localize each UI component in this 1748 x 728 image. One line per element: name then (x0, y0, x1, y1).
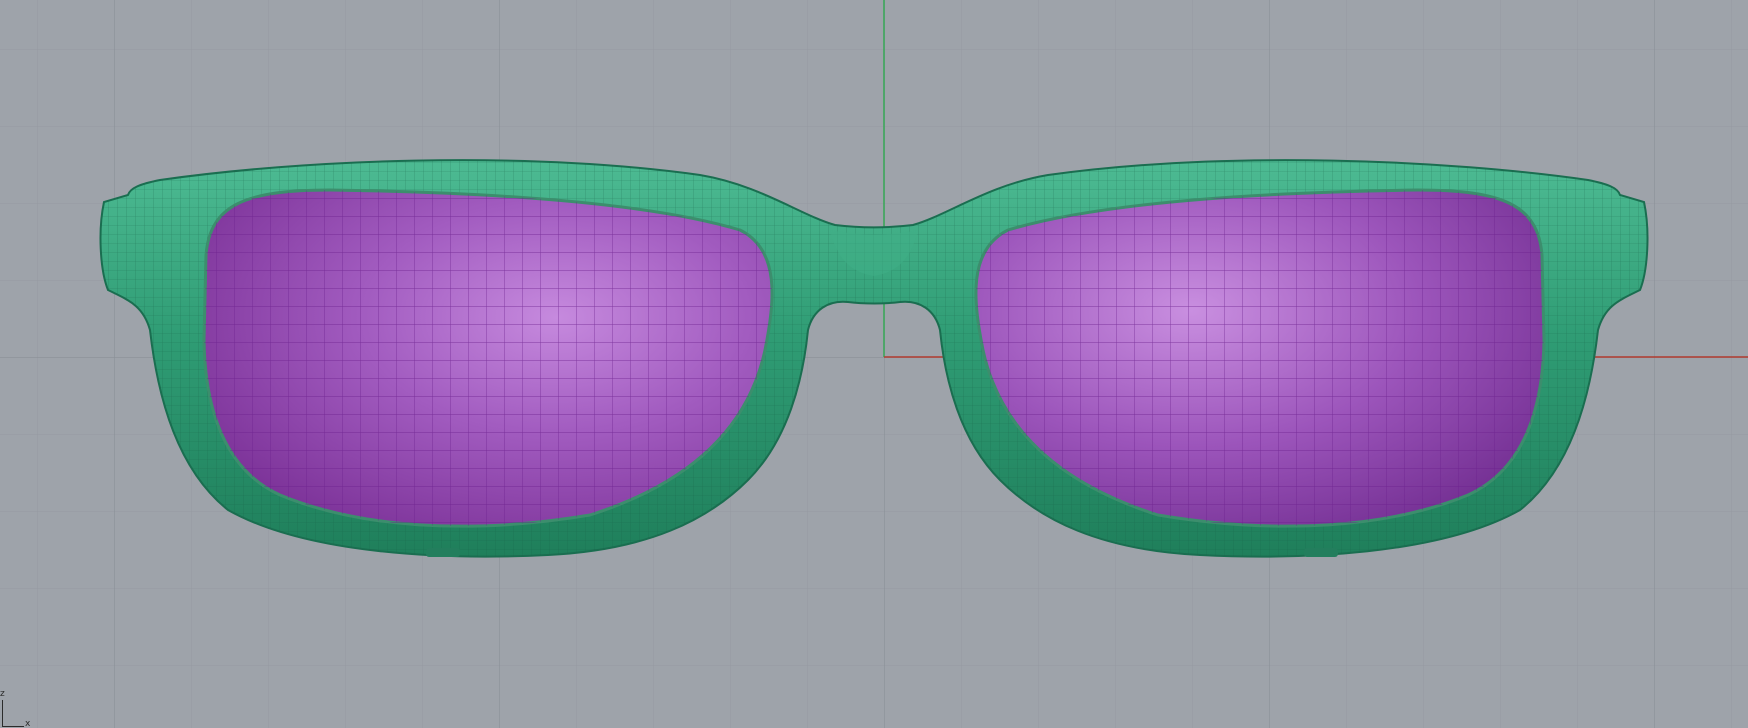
nose-pad-left (426, 548, 460, 557)
viewport-canvas[interactable] (0, 0, 1748, 728)
axis-triad-x-label: x (25, 719, 31, 728)
axis-triad-z-label: z (0, 689, 5, 699)
3d-viewport[interactable]: z x (0, 0, 1748, 728)
axis-triad: z x (0, 686, 40, 728)
axis-triad-vertical-line (2, 700, 3, 726)
nose-pad-right (1304, 548, 1338, 557)
axis-triad-horizontal-line (2, 726, 24, 727)
